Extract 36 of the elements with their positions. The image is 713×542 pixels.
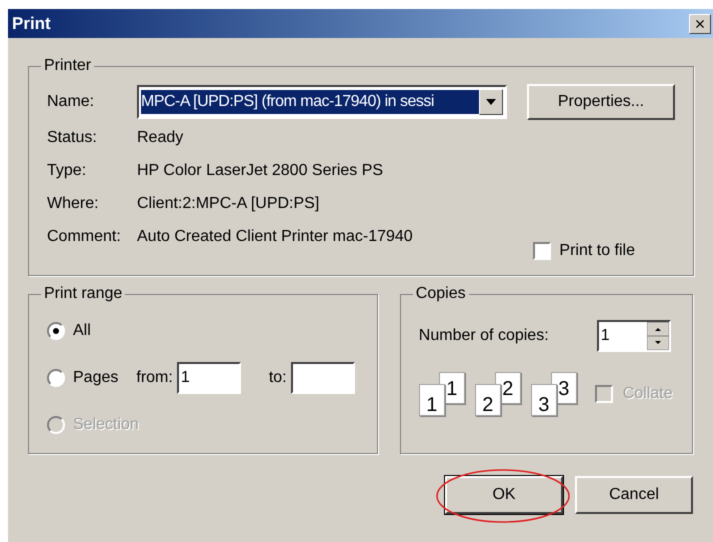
info-value: HP Color LaserJet 2800 Series PS	[137, 161, 384, 181]
checkbox-label: Print to file	[559, 241, 635, 261]
properties-button[interactable]: Properties...	[527, 84, 675, 120]
info-value: Ready	[137, 128, 184, 148]
copies-spinner[interactable]: 1	[596, 320, 671, 352]
field-label: Number of copies:	[418, 326, 550, 346]
printer-dropdown[interactable]: MPC-A [UPD:PS] (from mac-17940) in sessi	[137, 85, 507, 119]
info-label: Comment:	[47, 227, 122, 247]
info-value: Auto Created Client Printer mac-17940	[137, 227, 413, 247]
close-button[interactable]: ×	[689, 14, 711, 34]
radio-label: All	[73, 321, 91, 341]
radio-button[interactable]	[47, 369, 65, 387]
checkbox[interactable]	[533, 242, 552, 260]
from-field[interactable]: 1	[176, 362, 241, 394]
page-stack-drawing: 1 1	[418, 372, 467, 416]
radio-button[interactable]	[47, 322, 65, 340]
spin-arrows-icon[interactable]	[646, 322, 669, 350]
info-label: Type:	[47, 161, 88, 181]
group-label: Print range	[43, 284, 124, 304]
group-label: Printer	[43, 56, 92, 76]
spinner-value: 1	[600, 326, 611, 346]
field-label: Name:	[47, 92, 96, 112]
info-label: Status:	[47, 128, 98, 148]
dropdown-value: MPC-A [UPD:PS] (from mac-17940) in sessi	[141, 90, 479, 114]
radio-label: Pages	[73, 368, 118, 388]
field-label: to:	[268, 368, 287, 388]
page-stack-drawing: 3 3	[530, 372, 579, 416]
cancel-button[interactable]: Cancel	[575, 476, 693, 514]
to-field[interactable]	[290, 362, 355, 394]
ok-button[interactable]: OK	[445, 476, 563, 514]
info-label: Where:	[47, 194, 100, 214]
window-title: Print	[12, 12, 51, 35]
field-label: from:	[136, 368, 173, 388]
info-value: Client:2:MPC-A [UPD:PS]	[137, 194, 320, 214]
page-stack-drawing: 2 2	[474, 372, 523, 416]
group-label: Copies	[414, 284, 467, 304]
